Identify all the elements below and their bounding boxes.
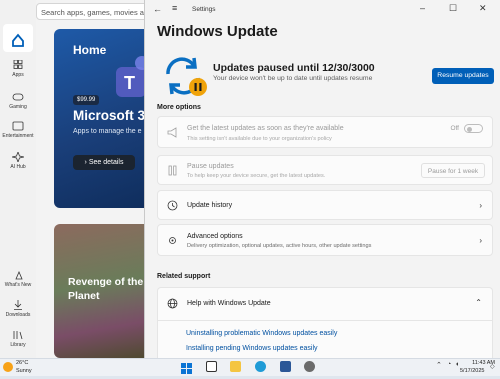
hero-heading: Home <box>73 43 107 57</box>
game-title-line1: Revenge of the S <box>68 276 154 288</box>
advanced-gear-icon <box>169 237 176 244</box>
rail-label: What's New <box>4 282 32 288</box>
rail-item-home[interactable] <box>3 24 33 52</box>
close-icon[interactable]: ✕ <box>479 3 487 14</box>
option-subtitle: To help keep your device secure, get the… <box>187 173 326 179</box>
help-link-pending[interactable]: Installing pending Windows updates easil… <box>186 345 318 352</box>
gaming-icon <box>12 93 24 101</box>
rail-item-whats-new[interactable]: What's New <box>0 270 36 288</box>
file-explorer-icon[interactable] <box>230 361 241 372</box>
weather-description[interactable]: Sunny <box>16 368 32 374</box>
see-details-button[interactable]: › See details <box>73 155 135 170</box>
entertainment-icon <box>12 121 24 131</box>
related-support-heading: Related support <box>157 273 211 280</box>
hero-title: Microsoft 3 <box>73 108 146 123</box>
option-title: Update history <box>187 202 233 209</box>
rail-label: Entertainment <box>2 133 34 139</box>
rail-label: AI Hub <box>10 164 26 170</box>
chevron-right-icon: › <box>479 236 482 245</box>
status-subtitle: Your device won't be up to date until up… <box>213 75 373 82</box>
task-view-icon[interactable] <box>206 361 217 372</box>
option-subtitle: Delivery optimization, optional updates,… <box>187 243 372 249</box>
weather-temperature[interactable]: 26°C <box>16 360 28 366</box>
globe-icon <box>167 298 178 309</box>
more-options-heading: More options <box>157 104 201 111</box>
apps-icon <box>13 60 23 69</box>
weather-sun-icon[interactable] <box>3 362 13 372</box>
rail-item-apps[interactable]: Apps <box>0 60 36 78</box>
option-latest-updates: Get the latest updates as soon as they'r… <box>157 116 493 148</box>
pause-icon <box>168 165 177 176</box>
svg-text:T: T <box>124 73 135 93</box>
hero-subtitle: Apps to manage the e <box>73 128 142 135</box>
resume-updates-button[interactable]: Resume updates <box>432 68 494 84</box>
edge-icon[interactable] <box>255 361 266 372</box>
rail-item-downloads[interactable]: Downloads <box>0 300 36 318</box>
hamburger-menu-icon[interactable]: ≡ <box>172 3 177 13</box>
option-subtitle: This setting isn't available due to your… <box>187 136 332 142</box>
rail-item-gaming[interactable]: Gaming <box>0 92 36 110</box>
option-title: Pause updates <box>187 163 234 170</box>
pause-duration-select[interactable]: Pause for 1 week <box>421 163 485 178</box>
start-icon[interactable] <box>181 361 192 374</box>
rail-label: Apps <box>12 72 24 78</box>
rail-item-ai-hub[interactable]: AI Hub <box>0 152 36 170</box>
network-icon[interactable]: ◔ <box>447 361 451 368</box>
status-title: Updates paused until 12/30/3000 <box>213 62 375 74</box>
ai-hub-icon <box>12 152 24 162</box>
price-badge: $99.99 <box>73 95 100 105</box>
toggle-state-label: Off <box>450 125 459 132</box>
store-icon[interactable] <box>280 361 291 372</box>
volume-icon[interactable]: ◖ <box>455 361 459 368</box>
library-icon <box>13 331 23 340</box>
store-nav-rail: Apps Gaming Entertainment AI Hub What's … <box>0 0 36 358</box>
taskbar-date[interactable]: 5/17/2025 <box>460 368 484 374</box>
option-title: Advanced options <box>187 233 243 240</box>
rail-label: Downloads <box>5 312 31 318</box>
help-link-uninstall[interactable]: Uninstalling problematic Windows updates… <box>186 330 337 337</box>
maximize-icon[interactable]: ☐ <box>449 3 457 14</box>
see-details-label: See details <box>88 159 124 166</box>
back-arrow-icon[interactable]: ← <box>153 4 162 14</box>
game-title-line2: Planet <box>68 290 100 302</box>
settings-icon[interactable] <box>304 361 315 372</box>
history-icon <box>167 200 178 211</box>
minimize-icon[interactable]: – <box>420 3 425 13</box>
megaphone-icon <box>167 127 177 138</box>
update-paused-icon <box>160 54 208 103</box>
rail-label: Gaming <box>9 104 27 110</box>
latest-updates-toggle[interactable] <box>464 124 483 133</box>
store-search-input[interactable]: Search apps, games, movies and <box>36 3 161 20</box>
taskbar <box>0 358 500 376</box>
rail-label: Library <box>10 342 26 348</box>
window-title: Settings <box>192 6 216 13</box>
help-windows-update-header[interactable]: Help with Windows Update ⌃ <box>158 288 492 321</box>
page-title: Windows Update <box>157 23 278 40</box>
chevron-up-icon: ⌃ <box>475 298 482 307</box>
notification-bell-icon[interactable]: ◇ <box>490 363 495 370</box>
option-update-history[interactable]: Update history › <box>157 190 493 220</box>
rail-item-entertainment[interactable]: Entertainment <box>0 121 36 139</box>
home-icon <box>12 33 24 47</box>
chevron-right-icon: › <box>479 201 482 210</box>
option-title: Get the latest updates as soon as they'r… <box>187 125 344 132</box>
tray-chevron-up-icon[interactable]: ⌃ <box>436 361 442 369</box>
downloads-icon <box>14 300 22 310</box>
rail-item-library[interactable]: Library <box>0 330 36 348</box>
whats-new-icon <box>15 270 23 280</box>
game-title: Revenge of the S Planet <box>68 275 153 303</box>
option-advanced-options[interactable]: Advanced options Delivery optimization, … <box>157 224 493 256</box>
help-title: Help with Windows Update <box>187 300 271 307</box>
option-pause-updates: Pause updates To help keep your device s… <box>157 155 493 185</box>
